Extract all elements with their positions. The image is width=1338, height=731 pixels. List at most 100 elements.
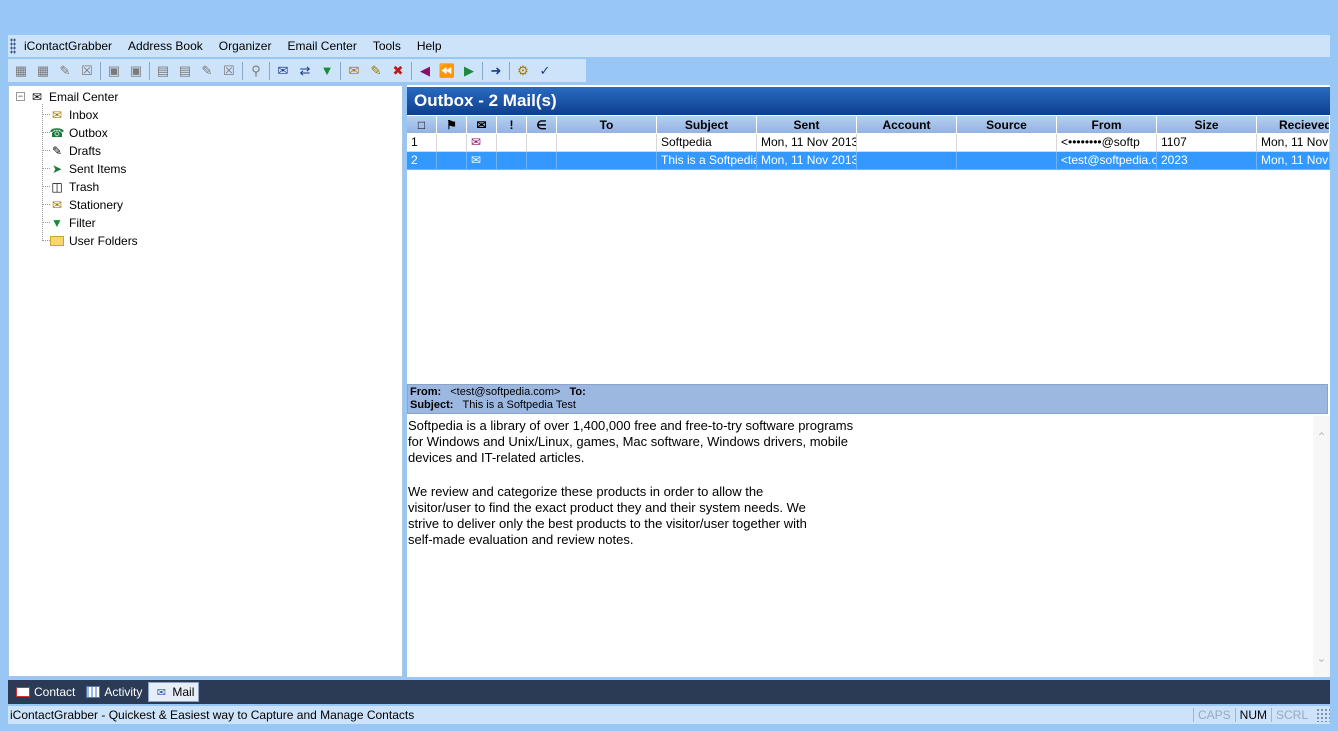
vertical-scrollbar[interactable]: ⌃ ⌄ xyxy=(1313,416,1330,677)
mail-status-icon: ✉ xyxy=(467,134,497,152)
menu-organizer[interactable]: Organizer xyxy=(211,39,280,53)
col-received[interactable]: Recieved xyxy=(1257,116,1330,134)
cell-to xyxy=(557,152,657,170)
tree-item-trash[interactable]: ◫ Trash xyxy=(49,178,99,195)
col-from[interactable]: From xyxy=(1057,116,1157,134)
col-priority[interactable]: ! xyxy=(497,116,527,134)
tab-label: Activity xyxy=(104,685,143,699)
toolbar: ▦ ▦ ✎ ☒ ▣ ▣ ▤ ▤ ✎ ☒ ⚲ ✉ ⇄ ▼ ✉ ✎ ✖ ◀ ⏪ ▶ … xyxy=(8,59,586,82)
filter-icon: ▼ xyxy=(51,215,63,230)
menu-email-center[interactable]: Email Center xyxy=(279,39,364,53)
delete-event-icon[interactable]: ☒ xyxy=(218,61,240,81)
move-icon[interactable]: ➜ xyxy=(485,61,507,81)
caps-indicator: CAPS xyxy=(1192,708,1235,722)
delete-mail-icon[interactable]: ✖ xyxy=(387,61,409,81)
col-attachment-icon[interactable]: ∈ xyxy=(527,116,557,134)
tree-item-outbox[interactable]: ☎ Outbox xyxy=(49,124,108,141)
cell-size: 1107 xyxy=(1157,134,1257,152)
cell-account xyxy=(857,152,957,170)
tree-item-label: Drafts xyxy=(69,143,102,158)
contact-card-icon xyxy=(15,685,31,699)
tab-mail[interactable]: ✉ Mail xyxy=(148,682,200,702)
menu-help[interactable]: Help xyxy=(409,39,450,53)
scroll-down-icon[interactable]: ⌄ xyxy=(1313,651,1330,665)
subject-label: Subject: xyxy=(410,399,454,411)
col-source[interactable]: Source xyxy=(957,116,1057,134)
cell-num: 1 xyxy=(407,134,437,152)
tree-item-filter[interactable]: ▼ Filter xyxy=(49,214,96,231)
edit-organizer-icon[interactable]: ▣ xyxy=(125,61,147,81)
tree-item-stationery[interactable]: ✉ Stationery xyxy=(49,196,123,213)
tree-item-drafts[interactable]: ✎ Drafts xyxy=(49,142,101,159)
folder-title: Outbox - 2 Mail(s) xyxy=(407,87,1330,115)
toolbar-separator xyxy=(242,61,243,80)
tree-item-inbox[interactable]: ✉ Inbox xyxy=(49,106,98,123)
trash-icon: ◫ xyxy=(51,179,63,194)
tab-contact[interactable]: Contact xyxy=(11,682,79,702)
sent-items-icon: ➤ xyxy=(51,161,63,176)
cell-source xyxy=(957,134,1057,152)
find-icon[interactable]: ⚲ xyxy=(245,61,267,81)
tree-collapse-icon[interactable]: − xyxy=(16,92,25,101)
col-sent[interactable]: Sent xyxy=(757,116,857,134)
tree-item-sent-items[interactable]: ➤ Sent Items xyxy=(49,160,126,177)
menu-icontactgrabber[interactable]: iContactGrabber xyxy=(20,39,120,53)
reply-icon[interactable]: ◀ xyxy=(414,61,436,81)
menu-bar: iContactGrabber Address Book Organizer E… xyxy=(8,35,1330,57)
spellcheck-icon[interactable]: ✓ xyxy=(534,61,556,81)
tree-root-email-center[interactable]: ✉ Email Center xyxy=(29,88,118,105)
reply-all-icon[interactable]: ⏪ xyxy=(436,61,458,81)
settings-icon[interactable]: ⚙ xyxy=(512,61,534,81)
cell-received: Mon, 11 Nov 2 xyxy=(1257,152,1330,170)
calendar-icon xyxy=(85,685,101,699)
message-body[interactable]: Softpedia is a library of over 1,400,000… xyxy=(407,416,1313,677)
edit-event-icon[interactable]: ✎ xyxy=(196,61,218,81)
resize-grip-icon[interactable] xyxy=(1316,708,1330,722)
open-event-icon[interactable]: ▤ xyxy=(174,61,196,81)
mail-list: □ ⚑ ✉ ! ∈ To Subject Sent Account Source… xyxy=(407,116,1330,370)
menu-tools[interactable]: Tools xyxy=(365,39,409,53)
inbox-icon[interactable]: ✉ xyxy=(343,61,365,81)
status-bar: iContactGrabber - Quickest & Easiest way… xyxy=(8,706,1330,724)
status-text: iContactGrabber - Quickest & Easiest way… xyxy=(10,708,415,722)
scroll-up-icon[interactable]: ⌃ xyxy=(1313,430,1330,444)
cell-num: 2 xyxy=(407,152,437,170)
toolbar-separator xyxy=(411,61,412,80)
col-envelope-icon[interactable]: ✉ xyxy=(467,116,497,134)
tree-item-label: Sent Items xyxy=(69,161,127,176)
cell-flag xyxy=(437,134,467,152)
table-row[interactable]: 2 ✉ This is a Softpedia T Mon, 11 Nov 20… xyxy=(407,152,1330,170)
tree-item-label: User Folders xyxy=(69,233,138,248)
tree-item-user-folders[interactable]: User Folders xyxy=(49,232,138,249)
delete-contact-icon[interactable]: ☒ xyxy=(76,61,98,81)
inbox-icon: ✉ xyxy=(51,107,63,122)
menu-grip-icon[interactable] xyxy=(10,38,16,54)
col-to[interactable]: To xyxy=(557,116,657,134)
forward-icon[interactable]: ▶ xyxy=(458,61,480,81)
col-subject[interactable]: Subject xyxy=(657,116,757,134)
folder-icon xyxy=(49,234,65,248)
tree-root-label: Email Center xyxy=(49,89,119,104)
new-event-icon[interactable]: ▤ xyxy=(152,61,174,81)
cell-priority xyxy=(497,134,527,152)
tree-item-label: Filter xyxy=(69,215,96,230)
from-value: <test@softpedia.com> xyxy=(450,386,561,398)
email-center-icon: ✉ xyxy=(31,89,43,104)
new-organizer-icon[interactable]: ▣ xyxy=(103,61,125,81)
menu-address-book[interactable]: Address Book xyxy=(120,39,211,53)
filter-icon[interactable]: ▼ xyxy=(316,61,338,81)
new-contact-icon[interactable]: ▦ xyxy=(10,61,32,81)
edit-contact-icon[interactable]: ▦ xyxy=(32,61,54,81)
toolbar-separator xyxy=(509,61,510,80)
col-page-icon[interactable]: □ xyxy=(407,116,437,134)
table-row[interactable]: 1 ✉ Softpedia Mon, 11 Nov 2013 1 <••••••… xyxy=(407,134,1330,152)
col-flag-icon[interactable]: ⚑ xyxy=(437,116,467,134)
title-bar xyxy=(0,0,1338,32)
compose-icon[interactable]: ✎ xyxy=(365,61,387,81)
col-account[interactable]: Account xyxy=(857,116,957,134)
send-receive-icon[interactable]: ⇄ xyxy=(294,61,316,81)
write-contact-icon[interactable]: ✎ xyxy=(54,61,76,81)
col-size[interactable]: Size xyxy=(1157,116,1257,134)
new-mail-icon[interactable]: ✉ xyxy=(272,61,294,81)
tab-activity[interactable]: Activity xyxy=(81,682,146,702)
